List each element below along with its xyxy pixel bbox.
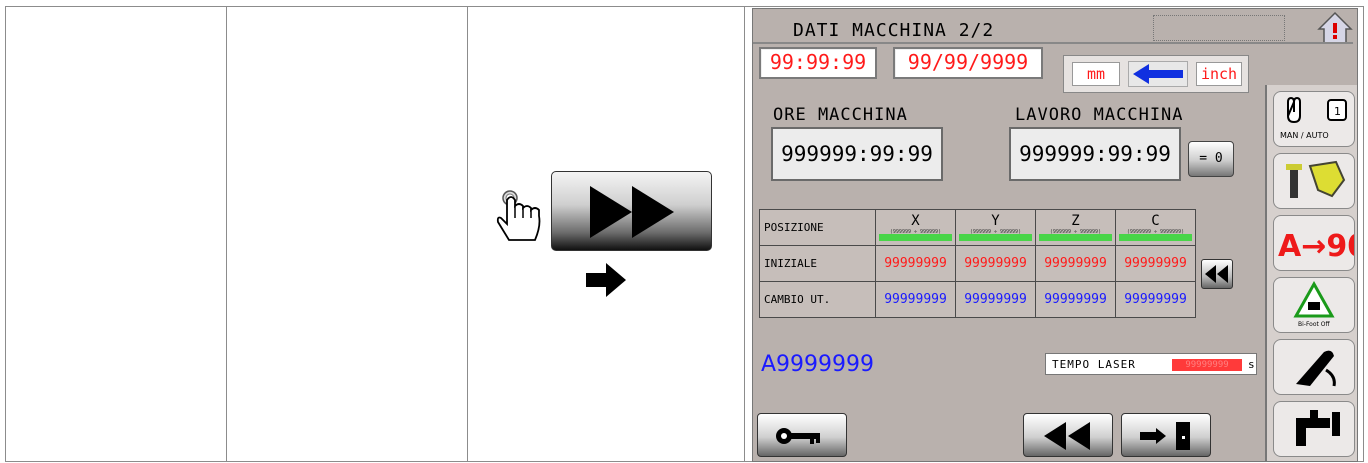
- row-label: CAMBIO UT.: [759, 281, 876, 318]
- svg-text:1: 1: [1334, 105, 1341, 118]
- ore-macchina-value: 999999:99:99: [771, 127, 943, 181]
- reset-hours-button[interactable]: = 0: [1188, 141, 1234, 177]
- laser-time-value: 99999999: [1172, 359, 1242, 371]
- coolant-button[interactable]: [1273, 401, 1355, 457]
- unit-mm-button[interactable]: mm: [1072, 62, 1120, 86]
- arrow-left-icon: [1133, 64, 1183, 84]
- iniziale-y-value[interactable]: 99999999: [955, 245, 1036, 282]
- title-message-area: [1153, 15, 1285, 41]
- rewind-icon: [1044, 422, 1090, 450]
- iniziale-z-value[interactable]: 99999999: [1035, 245, 1116, 282]
- column-divider: [467, 7, 468, 461]
- position-table: POSIZIONE X (999999 ÷ 999999) Y (999999 ÷ …: [759, 209, 1196, 318]
- time-field: 99:99:99: [759, 47, 877, 79]
- ore-macchina-label: ORE MACCHINA: [773, 105, 908, 125]
- cambio-y-value[interactable]: 99999999: [955, 281, 1036, 318]
- a-90-button[interactable]: A→90: [1273, 215, 1368, 271]
- warning-triangle-icon: Bi-Foot Off: [1293, 280, 1335, 328]
- cambio-x-value[interactable]: 99999999: [875, 281, 956, 318]
- a-90-icon: A→90: [1278, 229, 1368, 264]
- tool-icon: [1286, 160, 1346, 198]
- tap-icon: [1296, 410, 1340, 446]
- iniziale-x-value[interactable]: 99999999: [875, 245, 956, 282]
- blow-button[interactable]: [1273, 339, 1355, 395]
- laser-time-label: TEMPO LASER: [1052, 358, 1136, 371]
- axis-y-header: Y (999999 ÷ 999999): [955, 209, 1036, 246]
- home-warning-icon[interactable]: [1317, 11, 1353, 45]
- hmi-screen: DATI MACCHINA 2/2 99:99:99 99/99/9999 mm…: [752, 8, 1368, 462]
- svg-text:MAN / AUTO: MAN / AUTO: [1280, 131, 1329, 140]
- copy-positions-button[interactable]: [1201, 259, 1233, 289]
- nozzle-icon: [1296, 350, 1336, 387]
- cambio-c-value[interactable]: 99999999: [1115, 281, 1196, 318]
- date-field: 99/99/9999: [893, 47, 1043, 79]
- axis-x-header: X (999999 ÷ 999999): [875, 209, 956, 246]
- right-sidebar: 1 MAN / AUTO A→90 Bi-Foot Off: [1265, 85, 1368, 461]
- laser-time-unit: s: [1248, 358, 1255, 371]
- screen-title: DATI MACCHINA 2/2: [793, 20, 995, 41]
- table-row-iniziale: INIZIALE 99999999 99999999 99999999 9999…: [759, 245, 1196, 282]
- axis-z-header: Z (999999 ÷ 999999): [1035, 209, 1116, 246]
- axis-c-header: C (9999999 ÷ 9999999): [1115, 209, 1196, 246]
- svg-text:Bi-Foot Off: Bi-Foot Off: [1298, 321, 1331, 328]
- laser-time-field: TEMPO LASER 99999999 s: [1045, 353, 1257, 375]
- safety-button[interactable]: Bi-Foot Off: [1273, 277, 1355, 333]
- man-auto-button[interactable]: 1 MAN / AUTO: [1273, 91, 1355, 147]
- fast-forward-icon: [590, 186, 674, 238]
- key-button[interactable]: [757, 413, 847, 457]
- unit-inch-button[interactable]: inch: [1196, 62, 1242, 86]
- arrow-right-icon: [586, 263, 626, 297]
- column-divider: [744, 7, 745, 461]
- row-label: INIZIALE: [759, 245, 876, 282]
- column-divider: [226, 7, 227, 461]
- exit-door-icon: [1140, 422, 1190, 450]
- table-row-cambio: CAMBIO UT. 99999999 99999999 99999999 99…: [759, 281, 1196, 318]
- unit-toggle: mm inch: [1063, 55, 1249, 93]
- cambio-z-value[interactable]: 99999999: [1035, 281, 1116, 318]
- exit-button[interactable]: [1121, 413, 1211, 457]
- title-separator: [753, 42, 1353, 44]
- hand-pointer-icon: [496, 190, 541, 241]
- unit-arrow-button[interactable]: [1128, 61, 1188, 87]
- a-axis-value: A9999999: [761, 352, 875, 377]
- iniziale-c-value[interactable]: 99999999: [1115, 245, 1196, 282]
- svg-text:A→90: A→90: [1278, 229, 1354, 264]
- lavoro-macchina-value: 999999:99:99: [1009, 127, 1181, 181]
- rewind-icon: [1205, 265, 1228, 283]
- key-icon: [776, 428, 820, 444]
- tool-settings-button[interactable]: [1273, 153, 1355, 209]
- table-header-row: POSIZIONE X (999999 ÷ 999999) Y (999999 ÷ …: [759, 209, 1196, 246]
- next-page-button[interactable]: [551, 171, 712, 251]
- lavoro-macchina-label: LAVORO MACCHINA: [1015, 105, 1184, 125]
- hand-auto-icon: 1 MAN / AUTO: [1280, 96, 1347, 140]
- prev-page-button[interactable]: [1023, 413, 1113, 457]
- table-header-label: POSIZIONE: [759, 209, 876, 246]
